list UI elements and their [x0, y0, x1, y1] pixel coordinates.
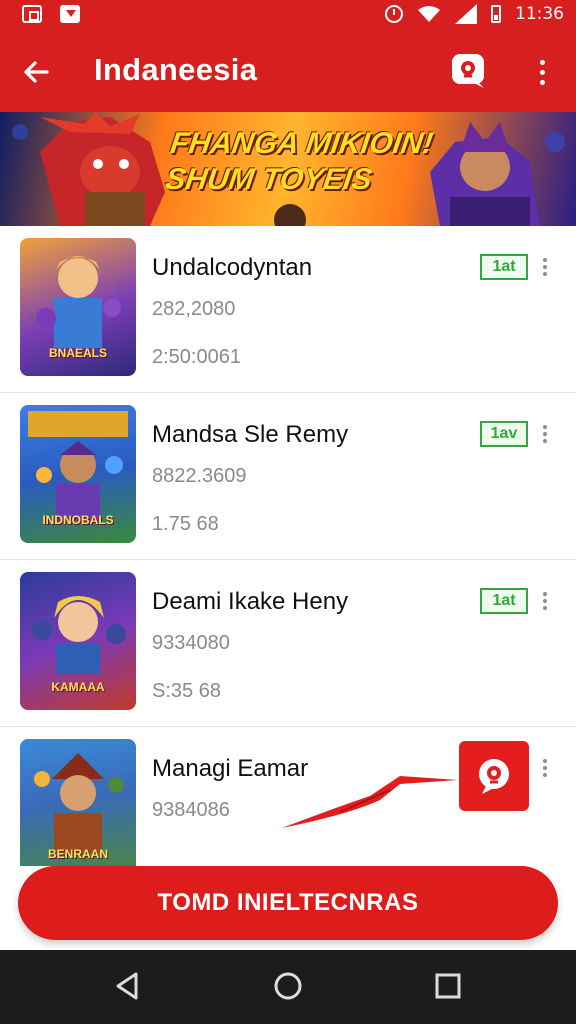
- nav-recents-icon[interactable]: [430, 968, 466, 1004]
- item-meta: 282,2080: [152, 298, 236, 320]
- item-sub: 2:50:0061: [152, 346, 241, 368]
- alarm-icon: [385, 5, 403, 23]
- pointer-arrow-icon: [282, 776, 458, 828]
- nav-home-icon[interactable]: [270, 968, 306, 1004]
- thumbnail-label: BENRAAN: [48, 847, 108, 861]
- status-badge[interactable]: 1av: [480, 421, 528, 447]
- item-meta: 9384086: [152, 799, 230, 821]
- status-badge[interactable]: 1at: [480, 254, 528, 280]
- more-vert-icon[interactable]: [522, 52, 562, 92]
- system-nav-bar: [0, 950, 576, 1024]
- notification-icon: [22, 5, 42, 23]
- battery-icon: [491, 5, 501, 23]
- thumbnail-label: INDNOBALS: [42, 513, 114, 527]
- status-bar: 11:36: [0, 0, 576, 30]
- status-time: 11:36: [515, 4, 564, 24]
- chat-bubble-icon: [452, 54, 484, 88]
- wifi-icon: [418, 6, 440, 22]
- item-meta: 9334080: [152, 632, 230, 654]
- promo-banner[interactable]: FHANGA MIKIOIN! SHUM TOYEIS: [0, 112, 576, 226]
- more-vert-icon[interactable]: [534, 421, 556, 447]
- thumbnail-label: BNAEALS: [48, 346, 107, 360]
- chat-bubble-icon: [479, 759, 509, 794]
- more-vert-icon[interactable]: [534, 254, 556, 280]
- more-vert-icon[interactable]: [534, 588, 556, 614]
- primary-action-button[interactable]: TOMD INIELTECNRAS: [18, 866, 558, 940]
- banner-line-2: SHUM TOYEIS: [163, 163, 375, 196]
- more-vert-icon[interactable]: [534, 755, 556, 781]
- page-title: Indaneesia: [94, 52, 258, 87]
- back-button[interactable]: [14, 50, 58, 94]
- mail-icon: [60, 5, 80, 23]
- item-title[interactable]: Deami Ikake Heny: [152, 588, 348, 616]
- game-thumbnail[interactable]: INDNOBALS: [20, 405, 136, 543]
- item-sub: 1.75 68: [152, 513, 219, 535]
- game-thumbnail[interactable]: KAMAAA: [20, 572, 136, 710]
- nav-back-icon[interactable]: [110, 968, 146, 1004]
- chat-button[interactable]: [448, 50, 490, 92]
- game-thumbnail[interactable]: BENRAAN: [20, 739, 136, 866]
- item-title[interactable]: Undalcodyntan: [152, 254, 312, 282]
- thumbnail-label: KAMAAA: [51, 680, 105, 694]
- banner-line-1: FHANGA MIKIOIN!: [168, 127, 436, 160]
- item-sub: S:35 68: [152, 680, 221, 702]
- list-item[interactable]: INDNOBALS Mandsa Sle Remy 8822.3609 1.75…: [0, 393, 576, 560]
- chat-fab-button[interactable]: [459, 741, 529, 811]
- back-arrow-icon: [24, 61, 49, 83]
- signal-icon: [455, 4, 477, 24]
- status-badge[interactable]: 1at: [480, 588, 528, 614]
- item-meta: 8822.3609: [152, 465, 247, 487]
- game-list[interactable]: BNAEALS Undalcodyntan 282,2080 2:50:0061…: [0, 226, 576, 866]
- item-title[interactable]: Mandsa Sle Remy: [152, 421, 348, 449]
- list-item[interactable]: KAMAAA Deami Ikake Heny 9334080 S:35 68 …: [0, 560, 576, 727]
- game-thumbnail[interactable]: BNAEALS: [20, 238, 136, 376]
- banner-headline: FHANGA MIKIOIN! SHUM TOYEIS: [163, 126, 453, 198]
- list-item[interactable]: BNAEALS Undalcodyntan 282,2080 2:50:0061…: [0, 226, 576, 393]
- app-bar: Indaneesia: [0, 30, 576, 112]
